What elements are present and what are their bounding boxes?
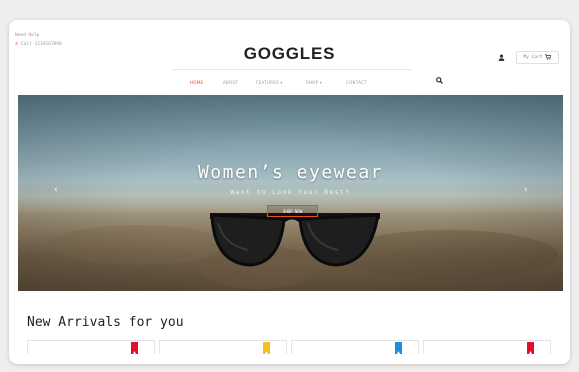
contact-label: Need Help	[15, 33, 40, 38]
logo-divider	[172, 69, 412, 70]
cart-label: My Cart	[523, 55, 543, 60]
search-icon[interactable]	[436, 77, 443, 86]
nav-item-shop[interactable]: SHOP ▾	[306, 80, 346, 88]
nav-item-about[interactable]: ABOUT	[223, 80, 256, 88]
prev-arrow-icon[interactable]: ‹	[54, 185, 58, 195]
user-icon[interactable]	[498, 54, 505, 63]
main-nav: HOME ABOUT FEATURES ▾ SHOP ▾ CONTACT	[190, 80, 379, 88]
product-card[interactable]	[27, 340, 155, 354]
site-logo[interactable]: GOGGLES	[0, 44, 579, 64]
nav-item-contact[interactable]: CONTACT	[346, 80, 379, 88]
product-card[interactable]	[159, 340, 287, 354]
nav-item-home[interactable]: HOME	[190, 80, 223, 88]
product-tag	[263, 342, 270, 354]
product-tag	[131, 342, 138, 354]
new-arrivals-title: New Arrivals for you	[27, 315, 184, 330]
hero-title: Women’s eyewear	[197, 162, 384, 183]
product-list	[27, 340, 551, 354]
hero-subtitle: Want to Look Your Best?	[230, 189, 351, 196]
product-card[interactable]	[423, 340, 551, 354]
product-tag	[395, 342, 402, 354]
product-tag	[527, 342, 534, 354]
cart-button[interactable]: My Cart	[516, 51, 559, 64]
nav-item-features[interactable]: FEATURES ▾	[256, 80, 306, 88]
product-card[interactable]	[291, 340, 419, 354]
hero-banner: Women’s eyewear Want to Look Your Best? …	[18, 95, 563, 291]
cart-icon	[545, 53, 552, 62]
shop-now-button[interactable]: SHOP NOW	[267, 205, 318, 217]
next-arrow-icon[interactable]: ›	[524, 185, 528, 195]
